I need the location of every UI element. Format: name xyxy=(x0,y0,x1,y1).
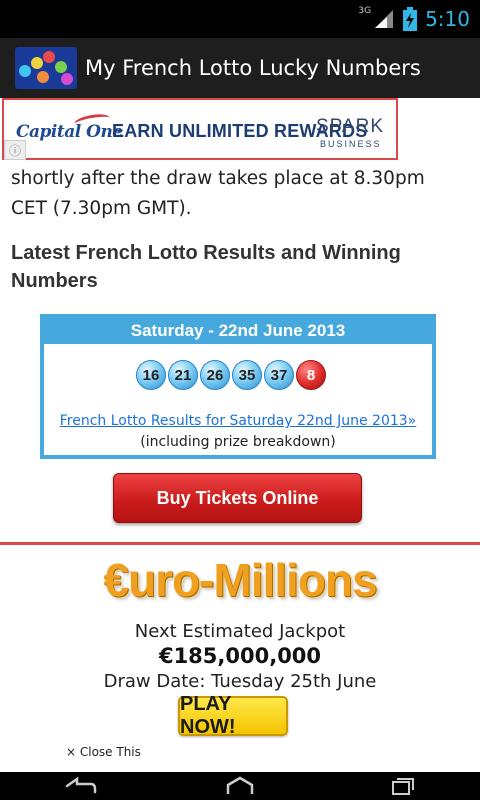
play-now-button[interactable]: PLAY NOW! xyxy=(178,693,288,738)
status-bar: 3G 5:10 xyxy=(0,0,480,38)
results-date-header: Saturday - 22nd June 2013 xyxy=(44,318,432,344)
results-subtext: (including prize breakdown) xyxy=(140,434,336,450)
euro-millions-logo: €uro-Millions xyxy=(103,554,377,606)
intro-paragraph: shortly after the draw takes place at 8.… xyxy=(11,168,425,219)
close-ad-link[interactable]: × Close This xyxy=(66,745,141,759)
web-content: Capital One EARN UNLIMITED REWARDS SPARK… xyxy=(0,98,480,544)
results-box: Saturday - 22nd June 2013 16 21 26 35 37… xyxy=(40,314,436,459)
buy-tickets-button[interactable]: Buy Tickets Online xyxy=(113,473,362,523)
section-heading: Latest French Lotto Results and Winning … xyxy=(11,242,401,292)
lotto-ball: 35 xyxy=(232,360,262,390)
action-bar: My French Lotto Lucky Numbers xyxy=(0,38,480,98)
battery-icon xyxy=(403,7,418,31)
bonus-ball: 8 xyxy=(296,360,326,390)
draw-date: Draw Date: Tuesday 25th June xyxy=(103,671,377,692)
navigation-bar xyxy=(0,772,480,800)
back-icon[interactable] xyxy=(60,774,100,798)
euro-millions-ad[interactable]: €uro-Millions Next Estimated Jackpot €18… xyxy=(0,542,480,772)
info-icon[interactable]: ⓘ xyxy=(4,140,26,160)
jackpot-label: Next Estimated Jackpot xyxy=(134,621,346,642)
top-ad-banner[interactable]: Capital One EARN UNLIMITED REWARDS SPARK… xyxy=(2,98,398,160)
winning-numbers: 16 21 26 35 37 8 xyxy=(136,360,326,390)
ad-spark-logo: SPARK xyxy=(316,116,385,137)
home-icon[interactable] xyxy=(220,774,260,798)
network-type-label: 3G xyxy=(358,6,372,16)
app-lottery-balls-icon[interactable] xyxy=(15,47,77,89)
results-link[interactable]: French Lotto Results for Saturday 22nd J… xyxy=(44,413,432,429)
jackpot-amount: €185,000,000 xyxy=(158,644,322,668)
ad-spark-sub: BUSINESS xyxy=(320,139,382,149)
lotto-ball: 16 xyxy=(136,360,166,390)
lotto-ball: 21 xyxy=(168,360,198,390)
status-clock: 5:10 xyxy=(425,7,470,31)
lotto-ball: 37 xyxy=(264,360,294,390)
signal-icon xyxy=(373,8,395,30)
app-title: My French Lotto Lucky Numbers xyxy=(85,56,421,80)
recents-icon[interactable] xyxy=(380,774,420,798)
status-icons: 3G 5:10 xyxy=(358,4,470,34)
lotto-ball: 26 xyxy=(200,360,230,390)
ad-brand-logo: Capital One xyxy=(16,111,123,142)
